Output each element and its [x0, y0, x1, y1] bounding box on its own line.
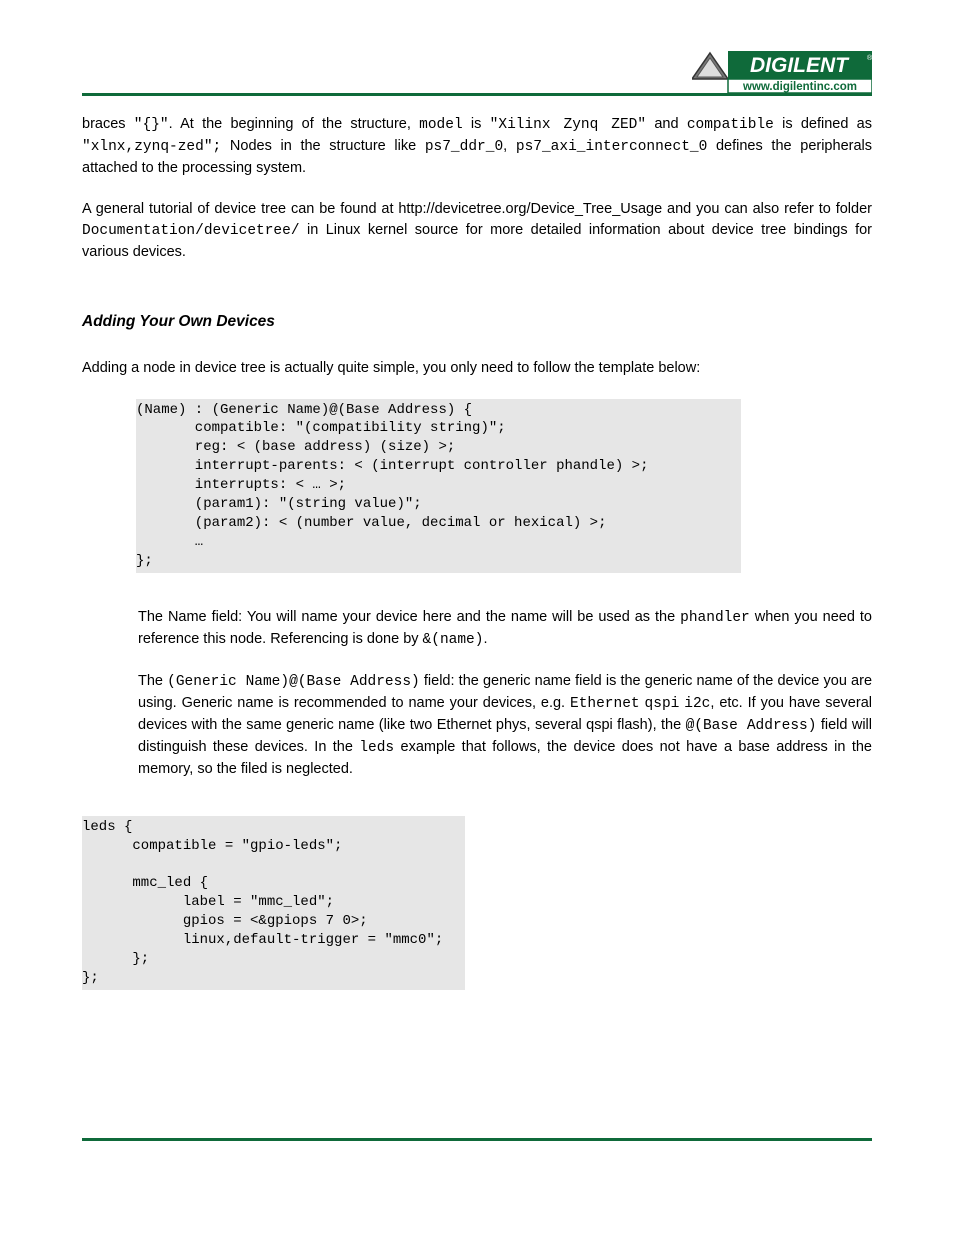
- devicetree-url-link[interactable]: http://devicetree.org/Device_Tree_Usage: [398, 201, 662, 217]
- page-header: DIGILENT ® www.digilentinc.com: [82, 50, 872, 96]
- phandler-term: phandler: [680, 610, 750, 626]
- logo-url-text: www.digilentinc.com: [742, 81, 857, 93]
- compatible-value: "xlnx,zynq-zed";: [82, 139, 221, 155]
- base-address-syntax: @(Base Address): [686, 718, 817, 734]
- paragraph-tutorial-ref: A general tutorial of device tree can be…: [82, 199, 872, 263]
- generic-name-syntax: (Generic Name)@(Base Address): [167, 674, 420, 690]
- paragraph-generic-name-field: The (Generic Name)@(Base Address) field:…: [138, 671, 872, 780]
- logo-reg: ®: [867, 54, 872, 62]
- footer-rule: [82, 1138, 872, 1141]
- paragraph-template-intro: Adding a node in device tree is actually…: [82, 358, 872, 379]
- digilent-logo: DIGILENT ® www.digilentinc.com: [692, 51, 872, 93]
- compatible-keyword: compatible: [687, 117, 774, 133]
- qspi-term: qspi: [645, 696, 680, 712]
- leds-term: leds: [359, 740, 394, 756]
- i2c-term: i2c: [684, 696, 710, 712]
- paragraph-intro: braces "{}". At the beginning of the str…: [82, 114, 872, 179]
- paragraph-name-field: The Name field: You will name your devic…: [138, 607, 872, 651]
- ethernet-term: Ethernet: [570, 696, 640, 712]
- section-title-adding-devices: Adding Your Own Devices: [82, 311, 872, 333]
- reference-syntax: &(name): [423, 632, 484, 648]
- documentation-path: Documentation/devicetree/: [82, 223, 300, 239]
- model-value: "Xilinx Zynq ZED": [490, 117, 646, 133]
- logo-brand-text: DIGILENT: [750, 54, 850, 77]
- node-ps7-axi: ps7_axi_interconnect_0: [516, 139, 707, 155]
- braces-literal: "{}": [134, 117, 169, 133]
- code-block-node-template: (Name) : (Generic Name)@(Base Address) {…: [136, 399, 741, 573]
- model-keyword: model: [419, 117, 463, 133]
- node-ps7-ddr: ps7_ddr_0: [425, 139, 503, 155]
- code-block-leds-example: leds { compatible = "gpio-leds"; mmc_led…: [82, 816, 465, 990]
